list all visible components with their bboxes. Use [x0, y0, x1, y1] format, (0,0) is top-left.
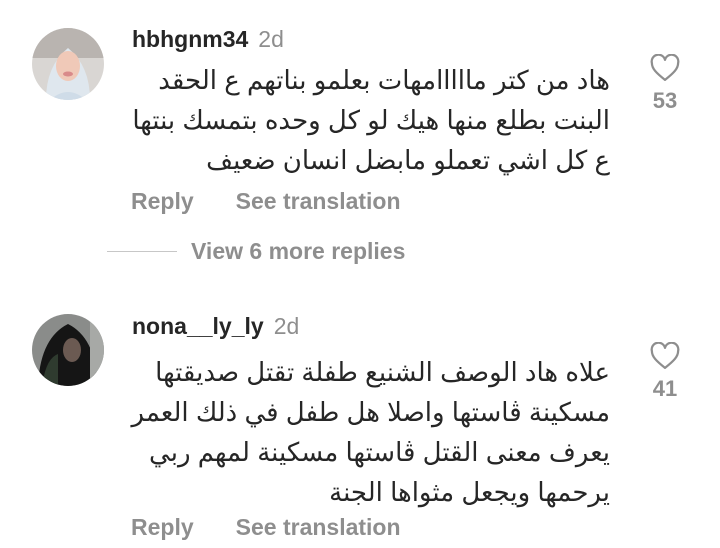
view-more-replies-label[interactable]: View 6 more replies — [191, 238, 405, 264]
heart-outline-icon[interactable] — [645, 54, 685, 82]
see-translation-button[interactable]: See translation — [236, 514, 401, 540]
comment-actions: Reply See translation — [131, 514, 401, 541]
timestamp: 2d — [273, 313, 300, 339]
like-control: 53 — [645, 54, 685, 114]
avatar-nona__ly_ly[interactable] — [32, 314, 104, 386]
username[interactable]: nona__ly_ly — [132, 313, 264, 339]
avatar-hbhgnm34[interactable] — [32, 28, 104, 100]
comment-text-line: مسكينة ڨاستها واصلا هل طفل في ذلك العمر — [131, 397, 610, 427]
comment-header: hbhgnm34 2d — [132, 26, 284, 53]
view-more-replies[interactable]: View 6 more replies — [107, 238, 405, 265]
reply-button[interactable]: Reply — [131, 514, 194, 540]
comment-text-line: هاد من كتر مااااامهات بعلمو بناتهم ع الح… — [158, 65, 610, 95]
see-translation-button[interactable]: See translation — [236, 188, 401, 214]
heart-outline-icon[interactable] — [645, 342, 685, 370]
comment-text-line: ع كل اشي تعملو مابضل انسان ضعيف — [206, 145, 610, 175]
comment-text-line: البنت بطلع منها هيك لو كل وحده بتمسك بنت… — [132, 105, 610, 135]
comment-text-line: علاه هاد الوصف الشنيع طفلة تقتل صديقتها — [155, 357, 610, 387]
comment-text: علاه هاد الوصف الشنيع طفلة تقتل صديقتها … — [132, 352, 610, 512]
like-count: 53 — [652, 88, 678, 113]
username[interactable]: hbhgnm34 — [132, 26, 248, 52]
comment-text: هاد من كتر مااااامهات بعلمو بناتهم ع الح… — [132, 60, 610, 180]
comment-text-line: يرحمها ويجعل مثواها الجنة — [329, 477, 610, 507]
comment-actions: Reply See translation — [131, 188, 401, 215]
comment-header: nona__ly_ly 2d — [132, 313, 299, 340]
reply-button[interactable]: Reply — [131, 188, 194, 214]
timestamp: 2d — [258, 26, 284, 52]
like-count: 41 — [652, 376, 678, 401]
replies-divider — [107, 251, 177, 252]
like-control: 41 — [645, 342, 685, 402]
comment-text-line: يعرف معنى القتل ڨاستها مسكينة لمهم ربي — [149, 437, 610, 467]
